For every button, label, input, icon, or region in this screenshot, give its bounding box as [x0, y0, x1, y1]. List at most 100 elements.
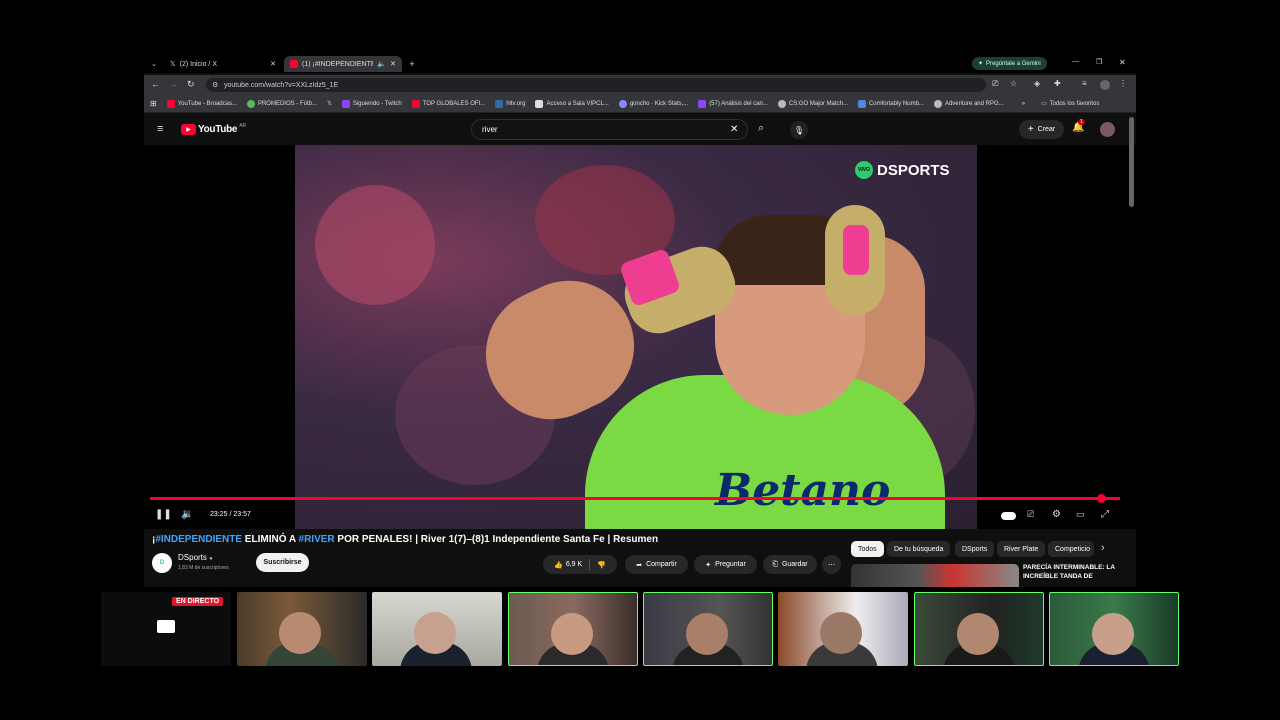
profile-avatar[interactable]	[1100, 80, 1110, 90]
progress-bar[interactable]	[150, 497, 1120, 500]
volume-icon[interactable]: 🔉	[181, 509, 193, 520]
site-icon	[535, 99, 544, 108]
theater-mode-icon[interactable]: ▭	[1076, 509, 1085, 520]
tab-search-icon[interactable]: ⌄	[144, 60, 164, 68]
channel-name[interactable]: DSports ●	[178, 553, 213, 562]
extension-icon[interactable]: ◈	[1034, 79, 1040, 88]
close-icon[interactable]: ✕	[270, 60, 276, 68]
ask-button[interactable]: ✦ Preguntar	[694, 555, 757, 574]
bookmark-item[interactable]: Comfortably Numb...	[857, 99, 924, 108]
site-info-icon[interactable]: ⚙	[212, 81, 218, 89]
restore-icon[interactable]: ❐	[1096, 58, 1102, 66]
subscribe-button[interactable]: Suscribirse	[256, 553, 309, 572]
webcam-tile[interactable]	[237, 592, 367, 666]
chip-dsports[interactable]: DSports	[955, 541, 995, 557]
video-player[interactable]: Betano VIVO DSPORTS ❚❚ 🔉 23:25 / 23:57 ⎚…	[144, 145, 1136, 529]
tab-search-list-icon[interactable]: ≡	[1082, 79, 1087, 88]
new-tab-icon[interactable]: +	[402, 59, 422, 69]
bookmark-item[interactable]: hltv.org	[495, 99, 525, 108]
close-icon[interactable]: ✕	[390, 60, 396, 68]
apps-grid-icon[interactable]: ⊞	[150, 99, 157, 108]
webcam-tile[interactable]	[372, 592, 502, 666]
chip-river-plate[interactable]: River Plate	[997, 541, 1046, 557]
autoplay-toggle[interactable]	[1001, 512, 1016, 520]
region-code: AR	[239, 122, 247, 129]
related-title[interactable]: PARECÍA INTERMINABLE: LA INCREÍBLE TANDA…	[1023, 563, 1123, 581]
all-favorites[interactable]: ▭ Todos los favoritos	[1041, 100, 1099, 108]
bookmark-item[interactable]: 𝕏	[327, 100, 332, 107]
progress-scrubber[interactable]	[1097, 494, 1106, 503]
bookmark-item[interactable]: Acceso a Sala VIPCL...	[535, 99, 609, 108]
tab-youtube[interactable]: (1) ¡#INDEPENDIENTE ELIMI 🔈 ✕	[284, 56, 402, 72]
menu-icon[interactable]: ⋮	[1119, 79, 1127, 88]
fullscreen-icon[interactable]: ⤢	[1101, 509, 1109, 520]
more-actions-button[interactable]: ⋯	[822, 555, 841, 574]
bookmark-item[interactable]: YouTube - Broadcas...	[166, 99, 237, 108]
webcam-tile[interactable]	[778, 592, 908, 666]
youtube-logo[interactable]: ▶ YouTube AR	[181, 122, 247, 135]
like-button[interactable]: 👍 6,9 K	[554, 561, 582, 569]
more-bookmarks-icon[interactable]: »	[1022, 101, 1025, 107]
puzzle-icon[interactable]: ✚	[1054, 79, 1061, 88]
webcam-tile[interactable]	[914, 592, 1044, 666]
webcam-tile[interactable]	[1049, 592, 1179, 666]
forward-icon[interactable]: →	[169, 79, 178, 89]
bookmark-item[interactable]: Adventure and RPG...	[933, 99, 1004, 108]
close-window-icon[interactable]: ✕	[1119, 58, 1126, 67]
hashtag-link[interactable]: #INDEPENDIENTE	[155, 534, 242, 545]
hltv-icon	[495, 99, 504, 108]
save-button[interactable]: ⎗ Guardar	[763, 555, 817, 574]
bookmark-item[interactable]: CS:GO Major Match...	[777, 99, 848, 108]
like-dislike-group: 👍 6,9 K 👎	[543, 555, 617, 574]
chip-competition[interactable]: Competicio	[1048, 541, 1094, 557]
speaker-icon[interactable]: 🔈	[377, 60, 386, 68]
screen-share-tile[interactable]: EN DIRECTO	[101, 592, 231, 666]
tab-label: (2) Inicio / X	[179, 60, 217, 68]
clear-search-icon[interactable]: ✕	[730, 124, 738, 135]
chip-search[interactable]: De tu búsqueda	[887, 541, 951, 557]
bookmark-item[interactable]: goncho · Kick Stats,...	[618, 99, 688, 108]
bookmark-item[interactable]: Siguiendo - Twitch	[341, 99, 402, 108]
person-head	[820, 612, 862, 654]
microphone-icon: 🎙	[793, 125, 805, 135]
minimize-icon[interactable]: —	[1072, 58, 1079, 65]
twitch-icon	[341, 99, 350, 108]
tab-x[interactable]: 𝕏 (2) Inicio / X ✕	[164, 56, 282, 72]
install-icon[interactable]: ⎚	[992, 79, 998, 89]
broadcaster-logo: VIVO DSPORTS	[855, 161, 950, 179]
voice-search-button[interactable]: 🎙	[790, 121, 808, 139]
divider	[589, 558, 591, 571]
bookmark-star-icon[interactable]: ☆	[1010, 79, 1017, 88]
hamburger-menu-icon[interactable]: ≡	[157, 123, 163, 135]
site-icon	[857, 99, 866, 108]
hashtag-link[interactable]: #RIVER	[299, 534, 335, 545]
share-button[interactable]: ➦ Compartir	[625, 555, 688, 574]
search-input[interactable]: river ✕	[471, 119, 748, 140]
webcam-tile[interactable]	[508, 592, 638, 666]
chevron-right-icon[interactable]: ›	[1101, 542, 1105, 554]
bookmark-item[interactable]: TOP GLOBALES OFI...	[411, 99, 485, 108]
reload-icon[interactable]: ↻	[187, 79, 195, 90]
pause-icon[interactable]: ❚❚	[155, 509, 172, 520]
url-input[interactable]: ⚙ youtube.com/watch?v=XXLzIdz5_1E	[206, 78, 986, 92]
search-icon[interactable]: ⌕	[758, 122, 764, 135]
user-avatar[interactable]	[1100, 122, 1115, 137]
gemini-button[interactable]: ✦ Pregúntale a Gemini	[972, 57, 1047, 70]
time-display: 23:25 / 23:57	[210, 511, 251, 518]
page-scrollbar[interactable]	[1129, 117, 1134, 207]
video-frame[interactable]: Betano VIVO DSPORTS	[295, 145, 977, 529]
related-thumbnail[interactable]	[851, 564, 1019, 587]
bookmarks-bar: ⊞ YouTube - Broadcas... PROMEDIOS - Fútb…	[144, 95, 1136, 113]
create-button[interactable]: + Crear	[1019, 120, 1064, 139]
bookmark-item[interactable]: PROMEDIOS - Fútb...	[246, 99, 317, 108]
bookmark-item[interactable]: (57) Análisis del can...	[698, 99, 768, 108]
webcam-tile[interactable]	[643, 592, 773, 666]
chip-all[interactable]: Todos	[851, 541, 884, 557]
x-logo-icon: 𝕏	[326, 101, 332, 107]
dislike-button[interactable]: 👎	[597, 561, 606, 569]
back-icon[interactable]: ←	[151, 79, 160, 89]
settings-gear-icon[interactable]: ⚙	[1052, 509, 1061, 520]
subtitles-icon[interactable]: ⎚	[1027, 509, 1034, 520]
x-logo-icon: 𝕏	[170, 61, 176, 68]
channel-avatar[interactable]: D	[152, 553, 172, 573]
